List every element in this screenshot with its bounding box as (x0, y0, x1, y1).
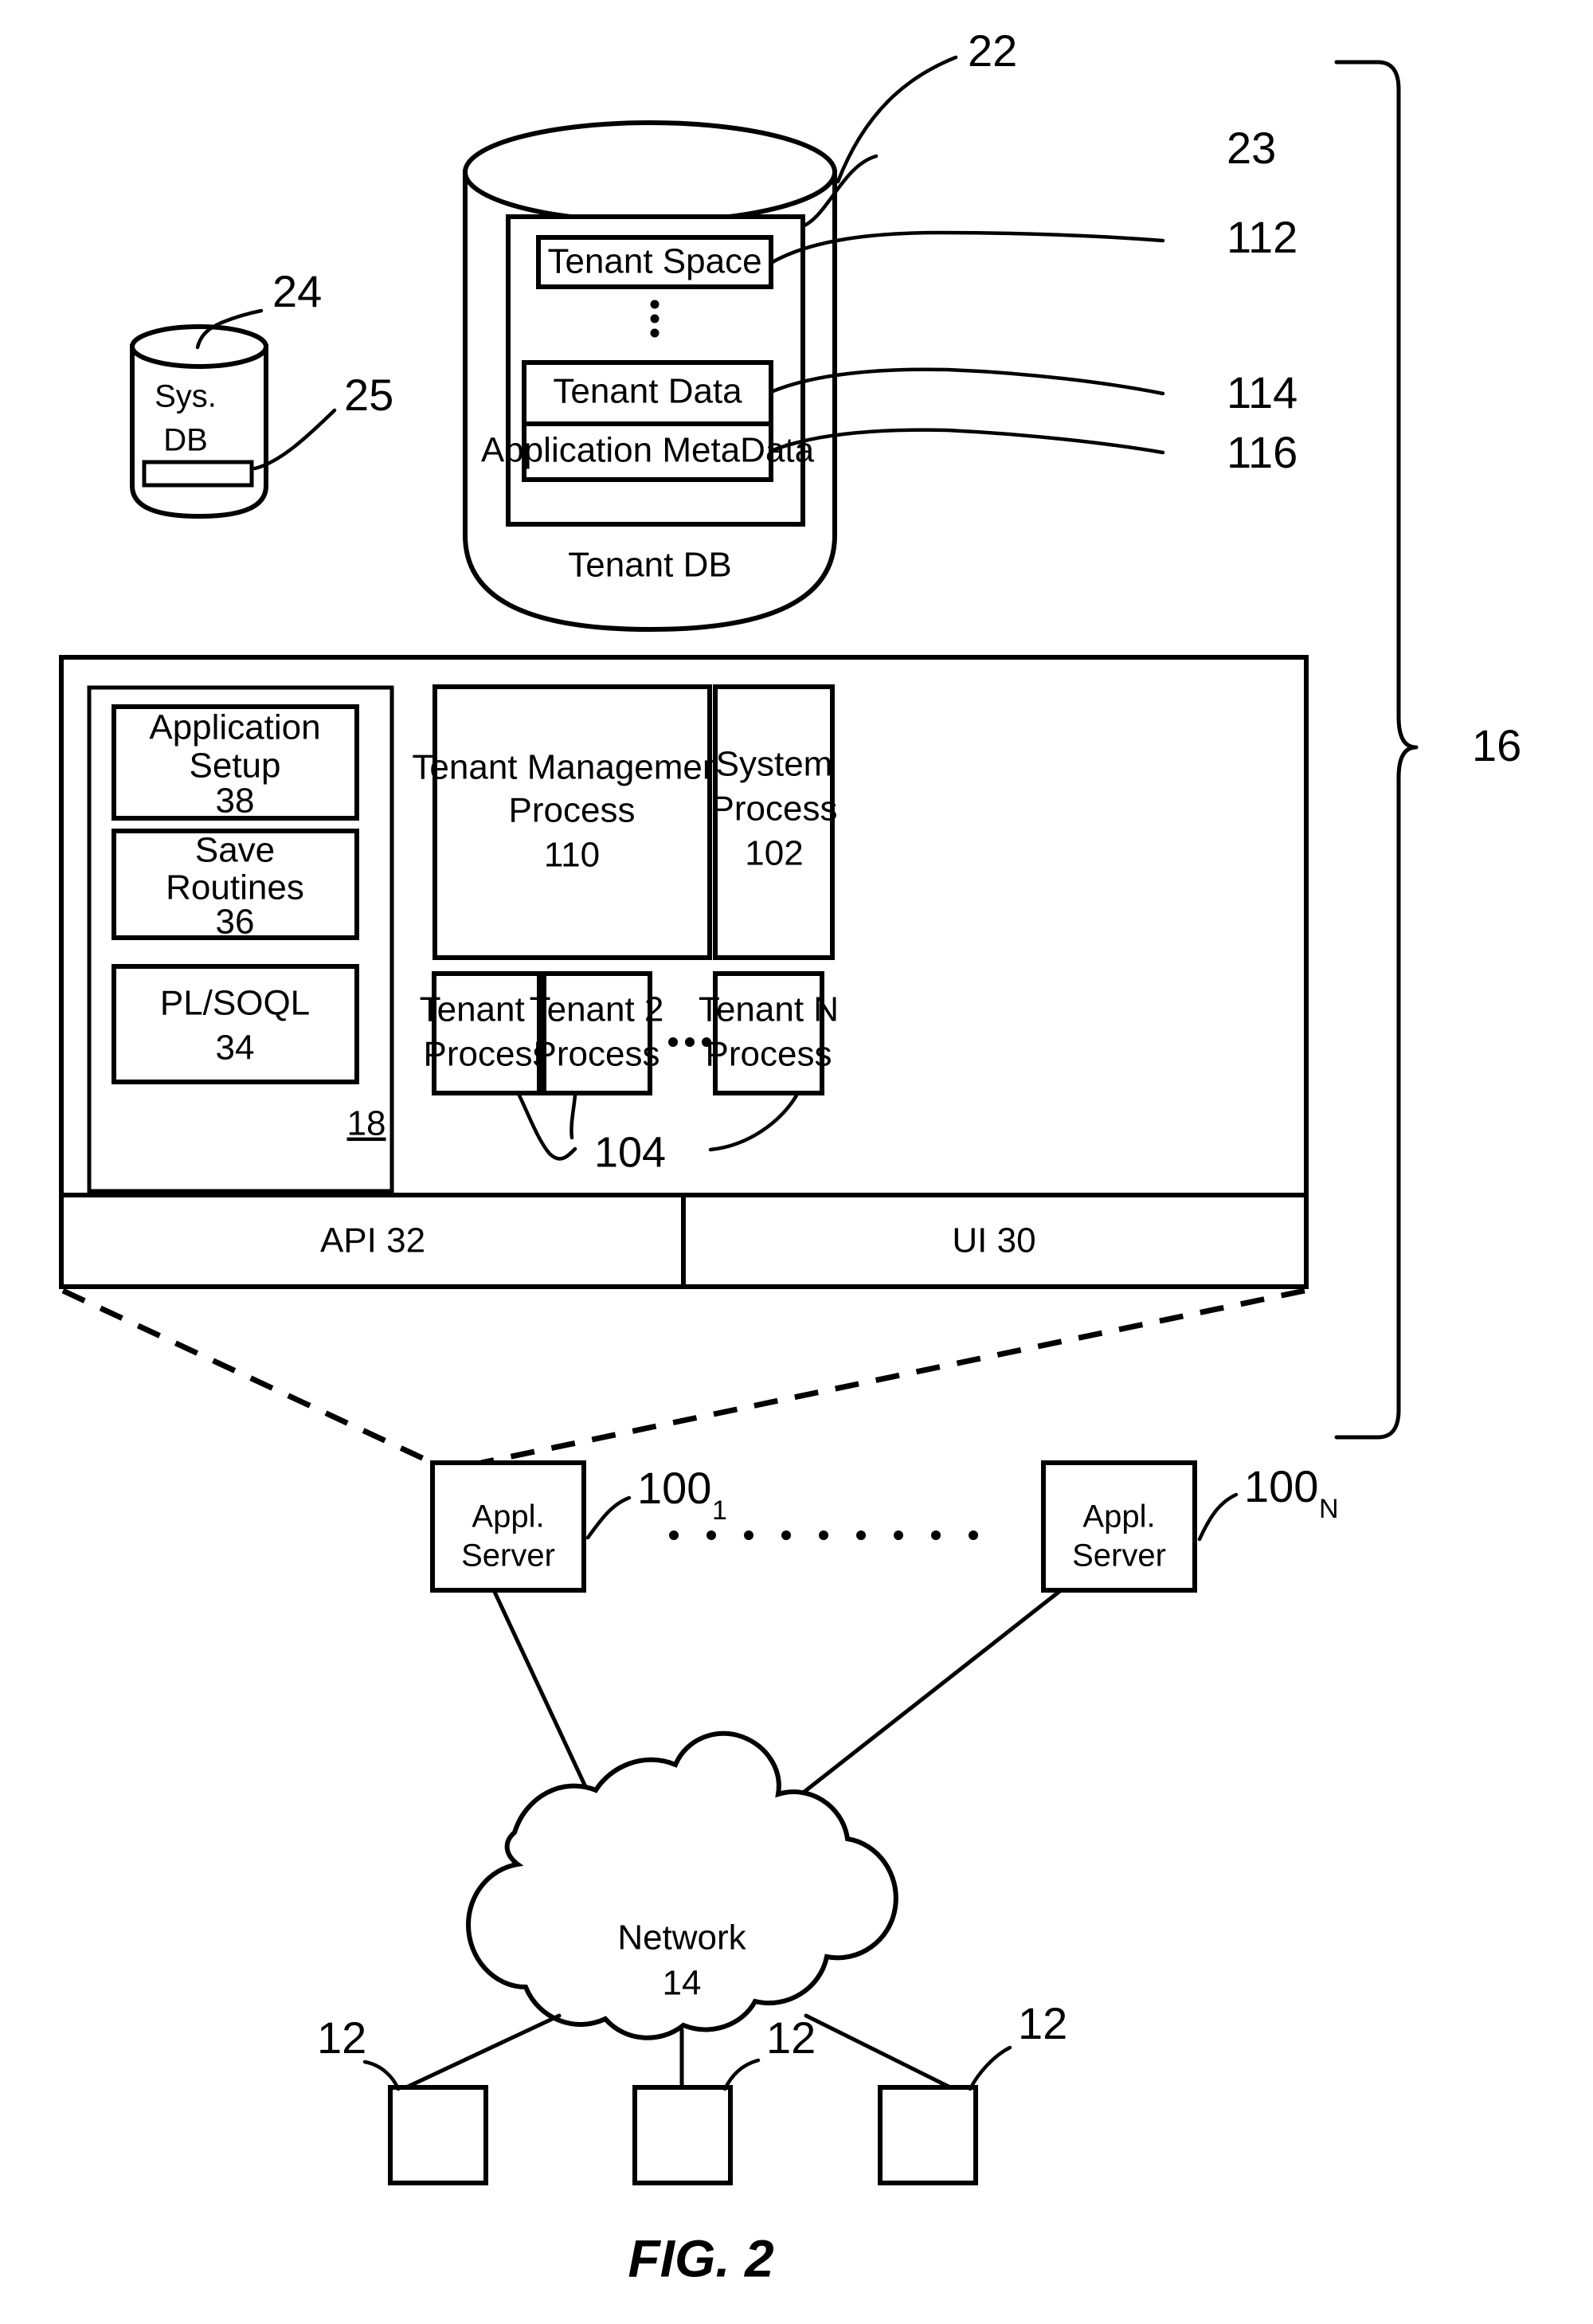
tenant-management-process-line2: Process (509, 791, 636, 830)
application-metadata-ref-116: 116 (1227, 427, 1297, 477)
application-metadata-label: Application MetaData (481, 431, 815, 470)
save-routines-line1: Save (195, 831, 275, 870)
user-system-2-ref: 12 (766, 2012, 816, 2063)
user-system-1-ref: 12 (317, 2012, 366, 2063)
user-system-1-box (388, 2085, 488, 2185)
tenant-db-label: Tenant DB (568, 546, 731, 585)
user-system-3-leader (968, 2045, 1012, 2091)
user-system-3-ref: 12 (1018, 1998, 1067, 2048)
user-system-2-leader (722, 2058, 761, 2091)
app-server-n-ref-sub: N (1319, 1494, 1339, 1524)
save-routines-ref: 36 (216, 903, 255, 942)
app-server-n-leader (1197, 1492, 1239, 1542)
app-server-n-ref: 100 (1244, 1461, 1318, 1511)
app-server-n-line1: Appl. (1082, 1499, 1155, 1534)
app-server-1-ref: 100 (637, 1463, 711, 1513)
tenant-db-ref-22: 22 (968, 25, 1017, 76)
system-process-ref: 102 (745, 834, 803, 873)
sys-db-ref-24: 24 (272, 266, 322, 316)
save-routines-line2: Routines (166, 868, 304, 907)
plsoql-line1: PL/SOQL (160, 984, 310, 1023)
network-label: Network (617, 1918, 746, 1958)
tenant-n-process-line2: Process (706, 1035, 832, 1074)
tenant-db-leader-22 (836, 55, 958, 184)
tenant-space-label: Tenant Space (547, 242, 761, 281)
app-server-1-leader (585, 1495, 632, 1540)
tenant-processes-ref-104: 104 (594, 1128, 666, 1176)
app-server-1-line1: Appl. (472, 1499, 544, 1534)
network-ref: 14 (663, 1964, 702, 2003)
sys-db-label-line1: Sys. (155, 379, 217, 414)
perspective-dashed-lines (61, 1287, 1305, 1466)
tenant-management-process-ref: 110 (544, 836, 600, 875)
user-system-1-leader (362, 2059, 401, 2091)
app-server-1-ref-sub: 1 (712, 1495, 727, 1526)
tenant-space-ref-112: 112 (1227, 212, 1297, 262)
user-system-3-box (878, 2085, 978, 2185)
sys-db-label-line2: DB (163, 423, 208, 458)
ui-bar-label: UI 30 (952, 1221, 1035, 1260)
application-setup-line2: Setup (190, 747, 281, 786)
overall-system-bracket (1334, 60, 1419, 1440)
tenant-2-process-line2: Process (534, 1035, 660, 1074)
tenant-management-process-line1: Tenant Management (412, 748, 731, 787)
sys-db-ref-25: 25 (344, 370, 393, 420)
figure-caption: FIG. 2 (628, 2228, 774, 2287)
tenant-db-vertical-ellipsis (650, 300, 660, 338)
application-setup-ref: 38 (216, 782, 255, 821)
system-process-line2: Process (711, 790, 838, 829)
sys-db-cylinder (130, 324, 268, 519)
user-system-2-box (632, 2085, 733, 2185)
tenant-data-label: Tenant Data (553, 372, 742, 411)
system-process-line1: System (716, 745, 833, 784)
app-server-n-line2: Server (1072, 1538, 1166, 1574)
tenant-2-process-line1: Tenant 2 (530, 990, 664, 1029)
api-bar-label: API 32 (320, 1221, 425, 1260)
overall-system-ref: 16 (1472, 720, 1521, 770)
tenant-1-process-line2: Process (424, 1035, 550, 1074)
application-setup-line1: Application (149, 708, 320, 747)
tenant-container-ref-23: 23 (1227, 123, 1276, 173)
app-server-1-line2: Server (461, 1538, 555, 1574)
sys-db-slot (142, 460, 254, 488)
app-servers-ellipsis (669, 1530, 978, 1540)
app-platform-ref-18: 18 (347, 1104, 386, 1143)
plsoql-ref: 34 (216, 1029, 255, 1068)
tenant-n-process-line1: Tenant N (699, 990, 839, 1029)
tenant-data-ref-114: 114 (1227, 367, 1297, 417)
patent-figure: 16 22 23 Tenant Space 112 Tenant Data 11… (0, 0, 1593, 2324)
